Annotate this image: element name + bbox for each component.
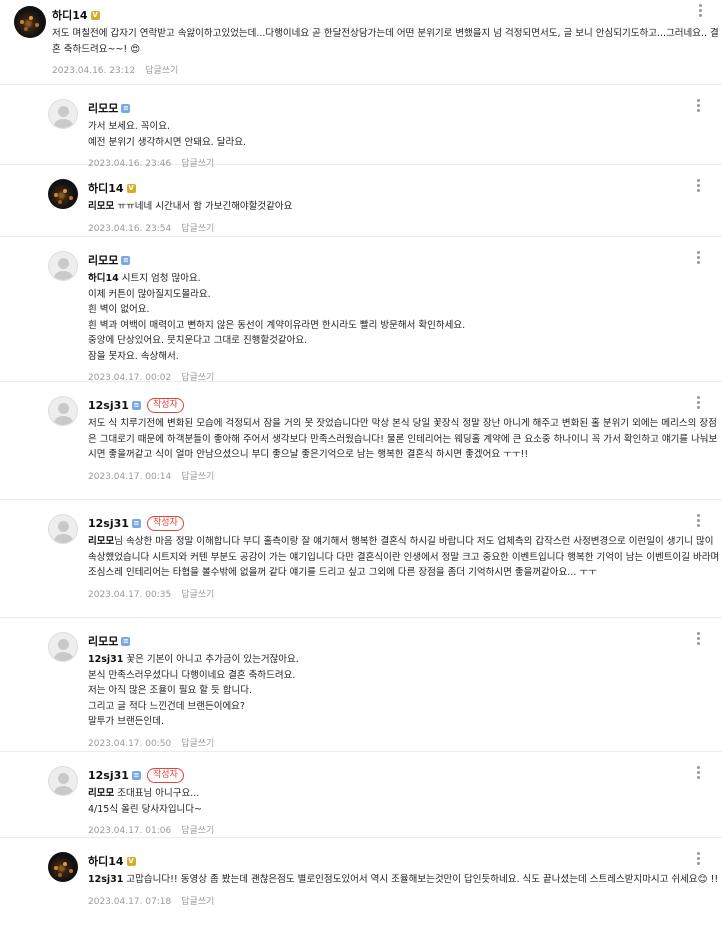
- comment-nickname[interactable]: 12sj31: [88, 769, 129, 782]
- reply-comment: 12sj31 ≡ 작성자 리모모 조대표님 아니구요... 4/15식 올린 당…: [0, 752, 722, 838]
- comment-text: 저도 며칠전에 갑자기 연락받고 속앓이하고있었는데...다행이네요 곧 한달전…: [52, 28, 719, 55]
- more-options-icon[interactable]: [697, 514, 700, 529]
- comment-nickname[interactable]: 하디14: [52, 7, 88, 23]
- comment-nickname[interactable]: 리모모: [88, 633, 118, 649]
- comment-nickname[interactable]: 12sj31: [88, 517, 129, 530]
- reply-comment: 하디14 V 12sj31 고맙습니다!! 동영상 좀 봤는데 괜찮은점도 별로…: [0, 838, 722, 928]
- comment-text-content: 고맙습니다!! 동영상 좀 봤는데 괜찮은점도 별로인점도있어서 역시 조율해보…: [123, 874, 719, 885]
- comment-nickname[interactable]: 리모모: [88, 100, 118, 116]
- reply-button[interactable]: 답글쓰기: [181, 224, 214, 234]
- author-badge: 작성자: [146, 397, 184, 413]
- reply-button[interactable]: 답글쓰기: [145, 66, 178, 76]
- comment-date: 2023.04.17. 00:35: [88, 589, 172, 600]
- comment-text: 리모모 ㅠㅠ네네 시간내서 함 가보긴해야할것같아요: [88, 199, 722, 215]
- avatar[interactable]: [48, 99, 78, 129]
- more-options-icon[interactable]: [697, 632, 700, 647]
- comment-nickname[interactable]: 12sj31: [88, 399, 129, 412]
- mention-nickname[interactable]: 리모모: [88, 536, 114, 547]
- reply-comment: 리모모 ≡ 가서 보세요. 꼭이요. 예전 분위기 생각하시면 안돼요. 달라요…: [0, 85, 722, 169]
- more-options-icon[interactable]: [697, 251, 700, 266]
- mention-nickname[interactable]: 리모모: [88, 788, 114, 799]
- reply-comment: 하디14 V 리모모 ㅠㅠ네네 시간내서 함 가보긴해야할것같아요 2023.0…: [0, 165, 722, 237]
- more-options-icon[interactable]: [697, 396, 700, 411]
- comment-nickname[interactable]: 하디14: [88, 853, 124, 869]
- mention-nickname[interactable]: 리모모: [88, 201, 114, 212]
- comment-text: 가서 보세요. 꼭이요. 예전 분위기 생각하시면 안돼요. 달라요.: [88, 121, 246, 148]
- more-options-icon[interactable]: [697, 852, 700, 867]
- avatar[interactable]: [48, 179, 78, 209]
- mention-nickname[interactable]: 12sj31: [88, 654, 123, 665]
- avatar[interactable]: [48, 852, 78, 882]
- comment-date: 2023.04.16. 23:54: [88, 223, 172, 234]
- comment-date: 2023.04.16. 23:12: [52, 66, 136, 76]
- author-badge: 작성자: [146, 767, 184, 783]
- comment-text: 리모모 조대표님 아니구요... 4/15식 올린 당사자입니다~: [88, 786, 722, 817]
- comment-date: 2023.04.17. 01:06: [88, 826, 172, 836]
- reply-button[interactable]: 답글쓰기: [181, 897, 214, 907]
- member-level-icon: ≡: [131, 518, 141, 528]
- reply-button[interactable]: 답글쓰기: [181, 472, 214, 482]
- avatar[interactable]: [48, 396, 78, 426]
- member-level-icon: ≡: [121, 255, 131, 265]
- member-level-icon: ≡: [121, 103, 131, 113]
- member-level-icon: ≡: [131, 770, 141, 780]
- avatar[interactable]: [48, 514, 78, 544]
- member-level-icon: ≡: [121, 636, 131, 646]
- comment-text-content: 님 속상한 마음 정말 이해합니다 부디 홀측이랑 잘 얘기해서 행복한 결혼식…: [88, 536, 720, 578]
- comment-date: 2023.04.17. 00:14: [88, 471, 172, 482]
- comment-text: 하디14 시트지 엄청 많아요. 이제 커튼이 많아질지도몰라요. 흰 벽이 없…: [88, 271, 722, 364]
- reply-button[interactable]: 답글쓰기: [181, 826, 214, 836]
- more-options-icon[interactable]: [697, 766, 700, 781]
- mention-nickname[interactable]: 12sj31: [88, 874, 123, 885]
- reply-comment: 12sj31 ≡ 작성자 리모모님 속상한 마음 정말 이해합니다 부디 홀측이…: [0, 500, 722, 618]
- comment-text-content: 시트지 엄청 많아요. 이제 커튼이 많아질지도몰라요. 흰 벽이 없어요. 흰…: [88, 273, 466, 362]
- comment-nickname[interactable]: 리모모: [88, 252, 118, 268]
- comment-date: 2023.04.17. 07:18: [88, 896, 172, 907]
- more-options-icon[interactable]: [699, 4, 702, 19]
- member-level-icon: V: [126, 856, 136, 866]
- member-level-icon: V: [90, 10, 100, 20]
- comment-text: 12sj31 고맙습니다!! 동영상 좀 봤는데 괜찮은점도 별로인점도있어서 …: [88, 872, 722, 888]
- reply-comment: 리모모 ≡ 하디14 시트지 엄청 많아요. 이제 커튼이 많아질지도몰라요. …: [0, 237, 722, 383]
- member-level-icon: ≡: [131, 400, 141, 410]
- comment-nickname[interactable]: 하디14: [88, 180, 124, 196]
- comment-text: 저도 식 치루기전에 변화된 모습에 걱정되서 잠을 거의 못 잣었습니다만 막…: [88, 418, 718, 460]
- more-options-icon[interactable]: [697, 99, 700, 114]
- reply-comment: 리모모 ≡ 12sj31 꽃은 기본이 아니고 추가금이 있는거잖아요. 본식 …: [0, 618, 722, 752]
- comment-thread: 하디14 V 저도 며칠전에 갑자기 연락받고 속앓이하고있었는데...다행이네…: [0, 0, 722, 928]
- comment-text: 12sj31 꽃은 기본이 아니고 추가금이 있는거잖아요. 본식 만족스러우셨…: [88, 652, 722, 730]
- comment-date: 2023.04.17. 00:50: [88, 738, 172, 749]
- comment-text-content: ㅠㅠ네네 시간내서 함 가보긴해야할것같아요: [114, 201, 293, 212]
- comment-text: 리모모님 속상한 마음 정말 이해합니다 부디 홀측이랑 잘 얘기해서 행복한 …: [88, 534, 722, 581]
- reply-comment: 12sj31 ≡ 작성자 저도 식 치루기전에 변화된 모습에 걱정되서 잠을 …: [0, 382, 722, 500]
- reply-button[interactable]: 답글쓰기: [181, 590, 214, 600]
- comment: 하디14 V 저도 며칠전에 갑자기 연락받고 속앓이하고있었는데...다행이네…: [0, 0, 722, 85]
- more-options-icon[interactable]: [697, 179, 700, 194]
- avatar[interactable]: [48, 251, 78, 281]
- avatar[interactable]: [48, 766, 78, 796]
- reply-button[interactable]: 답글쓰기: [181, 739, 214, 749]
- author-badge: 작성자: [146, 515, 184, 531]
- member-level-icon: V: [126, 183, 136, 193]
- mention-nickname[interactable]: 하디14: [88, 273, 119, 284]
- avatar[interactable]: [48, 632, 78, 662]
- avatar[interactable]: [14, 6, 46, 38]
